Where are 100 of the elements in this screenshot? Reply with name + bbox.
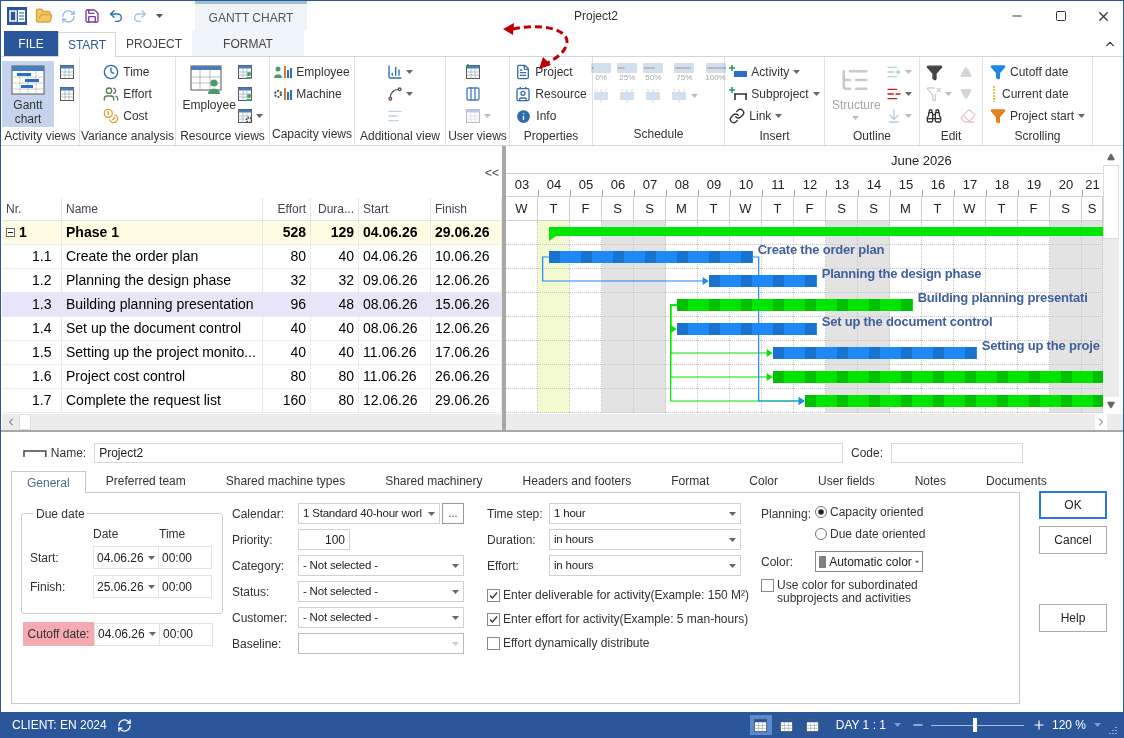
ribbon-button[interactable]: Subproject: [727, 83, 822, 105]
ribbon-button[interactable]: Current date: [988, 83, 1087, 105]
dialog-button[interactable]: OK: [1039, 491, 1107, 519]
table-row[interactable]: 1.5 Setting up the project monito... 40 40 11.06.26 17.06.26: [2, 341, 502, 365]
dialog-tab[interactable]: Headers and footers: [502, 470, 652, 492]
app-logo-icon: [7, 7, 27, 25]
ribbon-button[interactable]: Activity: [727, 61, 822, 83]
scroll-right-button[interactable]: [1095, 414, 1107, 430]
dialog-tab[interactable]: General: [11, 471, 86, 493]
sync-button[interactable]: [116, 717, 132, 733]
column-header[interactable]: Finish: [435, 200, 467, 218]
table-row[interactable]: 1.3 Building planning presentation 96 48 08.06.26 15.06.26: [2, 293, 502, 317]
gear-chart-icon: [274, 86, 293, 102]
code-field[interactable]: [891, 443, 1023, 463]
dropdown-field[interactable]: - Not selected -: [298, 607, 464, 628]
time-field[interactable]: 00:00: [159, 575, 212, 598]
collapse-icon[interactable]: [6, 228, 15, 237]
browse-button[interactable]: ...: [442, 503, 464, 524]
table-row[interactable]: 1.2 Planning the design phase 32 32 09.06.26 12.06.26: [2, 269, 502, 293]
scale-label[interactable]: DAY 1 : 1: [835, 716, 886, 734]
day-number: 17: [962, 176, 978, 195]
dropdown-field[interactable]: in hours: [549, 555, 741, 576]
date-field[interactable]: 25.06.26: [93, 575, 159, 598]
table-row[interactable]: 1.7 Complete the request list 160 80 12.06.26 29.06.26: [2, 389, 502, 413]
dialog-tab[interactable]: Preferred team: [85, 470, 206, 492]
ribbon-button[interactable]: Project start: [988, 105, 1087, 127]
ribbon-tab[interactable]: PROJECT: [116, 31, 192, 56]
dialog-button[interactable]: Help: [1039, 604, 1107, 632]
dialog-tab[interactable]: Shared machinery: [365, 470, 503, 492]
time-field[interactable]: 00:00: [160, 622, 213, 646]
scroll-down-button[interactable]: [1103, 397, 1119, 413]
date-field[interactable]: 04.06.26: [94, 622, 160, 646]
dropdown-field[interactable]: in hours: [549, 529, 741, 550]
column-header[interactable]: Name: [66, 200, 98, 218]
name-field[interactable]: Project2: [94, 443, 844, 463]
summary-bar[interactable]: [548, 227, 1103, 241]
dialog-tab[interactable]: Color: [729, 470, 798, 492]
column-header[interactable]: Effort: [277, 200, 306, 218]
dialog-tab[interactable]: Format: [651, 470, 730, 492]
scroll-down-icon: [1107, 401, 1115, 409]
ribbon-button[interactable]: Cutoff date: [988, 61, 1087, 83]
ribbon-tab[interactable]: FORMAT: [192, 31, 304, 56]
radio-button[interactable]: [815, 505, 827, 518]
time-field[interactable]: 00:00: [159, 546, 212, 569]
table-cell-text: 129: [330, 223, 354, 242]
dialog-tab[interactable]: Documents: [966, 470, 1067, 492]
ribbon-button[interactable]: Effort: [101, 83, 154, 105]
vertical-scrollbar[interactable]: [1103, 149, 1119, 413]
zoom-slider[interactable]: [930, 718, 1024, 732]
color-dropdown[interactable]: Automatic color: [815, 551, 923, 572]
column-header[interactable]: Dura...: [318, 200, 354, 218]
group-label: Additional view: [358, 128, 441, 145]
scroll-thumb[interactable]: [19, 414, 31, 430]
dialog-tab[interactable]: User fields: [798, 470, 895, 492]
split-bar-icon: [670, 88, 689, 104]
column-header[interactable]: Start: [363, 200, 389, 218]
radio-button[interactable]: [815, 527, 827, 540]
zoom-label[interactable]: 120 %: [1051, 716, 1086, 734]
dropdown-field[interactable]: 1 hour: [549, 503, 741, 524]
ribbon-button[interactable]: Info: [513, 105, 589, 127]
horizontal-scrollbar[interactable]: [506, 414, 1123, 430]
horizontal-scrollbar[interactable]: [2, 414, 502, 430]
ribbon-button[interactable]: Resource: [513, 83, 589, 105]
dialog-tab[interactable]: Notes: [894, 470, 967, 492]
table-row[interactable]: 1.4 Set up the document control 40 40 08.06.26 12.06.26: [2, 317, 502, 341]
table-row[interactable]: 1.1 Create the order plan 80 40 04.06.26 10.06.26: [2, 245, 502, 269]
ribbon-tab[interactable]: FILE: [4, 31, 58, 56]
ribbon-button[interactable]: Cost: [101, 105, 154, 127]
collapse-panel-button[interactable]: <<: [485, 164, 499, 182]
caret-icon: [452, 615, 459, 620]
slider-thumb[interactable]: [972, 718, 977, 732]
ribbon-large-button[interactable]: Gantt chart: [2, 61, 54, 127]
number-field[interactable]: 100: [298, 529, 350, 550]
scroll-up-icon: [1107, 153, 1115, 161]
scroll-thumb[interactable]: [1103, 165, 1119, 239]
day-number: 18: [994, 176, 1010, 195]
ribbon-button[interactable]: Machine: [272, 83, 352, 105]
ribbon-tab[interactable]: START: [58, 32, 116, 57]
table-row[interactable]: 1 Phase 1 528 129 04.06.26 29.06.26: [2, 221, 502, 245]
ribbon-button[interactable]: Time: [101, 61, 154, 83]
dropdown-field[interactable]: 1 Standard 40-hour worl: [298, 503, 440, 524]
zoom-in-button[interactable]: [1031, 718, 1046, 732]
table-cell-text: 26.06.26: [435, 367, 490, 386]
table-row[interactable]: 1.6 Project cost control 80 80 11.06.26 26.06.26: [2, 365, 502, 389]
date-field[interactable]: 04.06.26: [93, 546, 159, 569]
ribbon-button[interactable]: Link: [727, 105, 822, 127]
checkbox[interactable]: [761, 579, 774, 592]
dropdown-field[interactable]: - Not selected -: [298, 581, 464, 602]
ribbon-button[interactable]: Employee: [272, 61, 352, 83]
view-button[interactable]: [749, 715, 772, 735]
dialog-button[interactable]: Cancel: [1039, 526, 1107, 554]
checkbox[interactable]: [487, 612, 500, 626]
checkbox[interactable]: [487, 636, 500, 650]
day-number: 04: [546, 176, 562, 195]
ribbon-button[interactable]: Project: [513, 61, 589, 83]
column-label: Date: [93, 526, 120, 543]
dropdown-field[interactable]: - Not selected -: [298, 555, 464, 576]
column-header[interactable]: Nr.: [6, 200, 22, 218]
dialog-tab[interactable]: Shared machine types: [205, 470, 366, 492]
checkbox[interactable]: [487, 588, 500, 602]
